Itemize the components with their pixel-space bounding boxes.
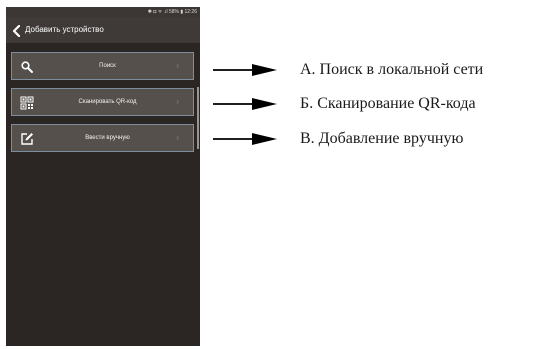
annotation-arrows: [213, 64, 277, 145]
arrow-search: [213, 64, 277, 76]
annotation-manual: В. Добавление вручную: [300, 130, 464, 147]
annotation-qr: Б. Сканирование QR-кода: [300, 95, 476, 112]
arrow-manual: [213, 133, 277, 145]
arrow-qr: [213, 98, 277, 110]
annotation-search: А. Поиск в локальной сети: [300, 61, 484, 78]
